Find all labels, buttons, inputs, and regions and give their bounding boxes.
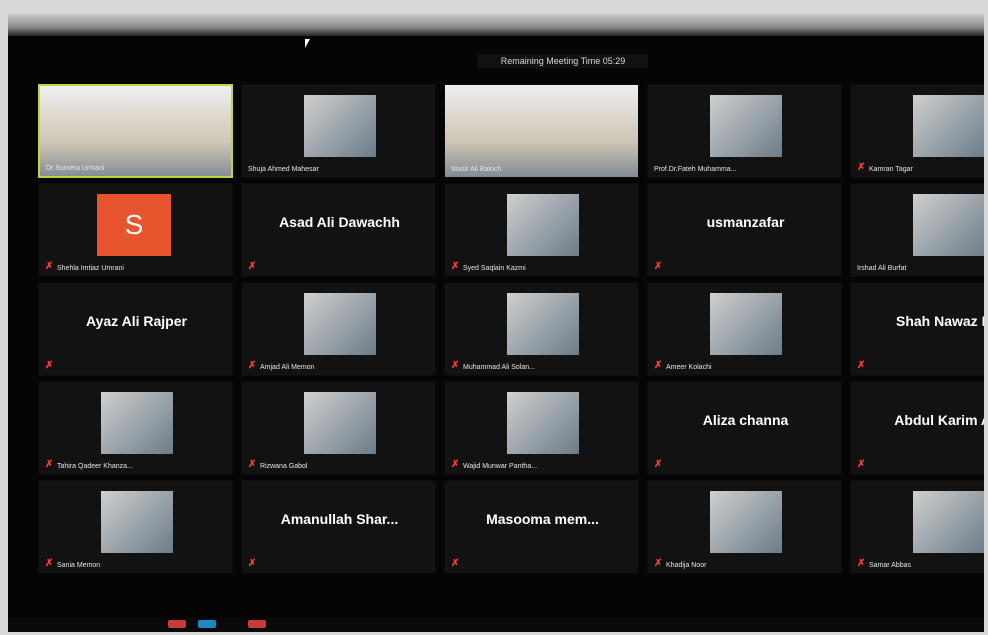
participant-tile[interactable]: ✗ Ameer Kolachi (647, 282, 842, 376)
participant-tile[interactable]: Aliza channa ✗ (647, 381, 842, 475)
participant-tile[interactable]: S ✗ Shehla Imtiaz Umrani (38, 183, 233, 277)
participant-name-label: Syed Saqlain Kazmi (463, 265, 526, 272)
taskbar-app-icon[interactable] (248, 620, 266, 628)
mic-muted-icon: ✗ (857, 162, 866, 173)
participant-tile[interactable]: ✗ Wajid Munwar Pantha... (444, 381, 639, 475)
participant-tile[interactable]: ✗ Rizwana Gabol (241, 381, 436, 475)
mic-muted-icon: ✗ (248, 360, 257, 371)
participant-name-label: Wajid Munwar Pantha... (463, 463, 538, 470)
participant-display-name: Amanullah Shar... (280, 511, 399, 527)
participant-name-label: Wazir Ali Baloch (451, 166, 502, 173)
participant-name-label: Amjad Ali Memon (260, 364, 315, 371)
participant-name-label: Tahira Qadeer Khanza... (57, 463, 133, 470)
participant-display-name: Ayaz Ali Rajper (86, 313, 187, 329)
mic-muted-icon: ✗ (451, 558, 460, 569)
taskbar (8, 618, 984, 632)
participant-tile[interactable]: Ayaz Ali Rajper ✗ (38, 282, 233, 376)
mic-muted-icon: ✗ (451, 360, 460, 371)
participant-name-label: Khadija Noor (666, 562, 707, 569)
participant-tile[interactable]: Prof.Dr.Fateh Muhamma... (647, 84, 842, 178)
participant-tile[interactable]: ✗ Amjad Ali Memon (241, 282, 436, 376)
mic-muted-icon: ✗ (45, 261, 54, 272)
participant-name-label: Irshad Ali Burfat (857, 265, 907, 272)
remaining-meeting-time: Remaining Meeting Time 05:29 (478, 54, 648, 68)
participant-display-name: Masooma mem... (486, 511, 599, 527)
mic-muted-icon: ✗ (857, 558, 866, 569)
participant-video (913, 491, 984, 553)
participant-tile[interactable]: Shah Nawaz Ma ✗ (850, 282, 984, 376)
participant-tile[interactable]: usmanzafar ✗ (647, 183, 842, 277)
participant-tile[interactable]: Amanullah Shar... ✗ (241, 480, 436, 574)
participant-video (445, 85, 638, 177)
participant-name-label: Sania Memon (57, 562, 101, 569)
mic-muted-icon: ✗ (857, 360, 866, 371)
participant-video (101, 392, 173, 454)
participant-tile[interactable]: ✗ Muhammad Ali Solan... (444, 282, 639, 376)
participant-tile[interactable]: ✗ Sania Memon (38, 480, 233, 574)
participant-tile[interactable]: ✗ Tahira Qadeer Khanza... (38, 381, 233, 475)
participant-tile[interactable]: Abdul Karim Al.. ✗ (850, 381, 984, 475)
participant-display-name: Abdul Karim Al.. (894, 412, 984, 428)
participant-video (913, 95, 984, 157)
participant-tile[interactable]: ✗ Khadija Noor (647, 480, 842, 574)
mic-muted-icon: ✗ (654, 459, 663, 470)
meeting-window: Remaining Meeting Time 05:29 Dr Sumera U… (8, 14, 984, 632)
participant-name-label: Prof.Dr.Fateh Muhamma... (654, 166, 737, 173)
participant-name-label: Dr Sumera Umrani (46, 165, 105, 172)
participant-display-name: Asad Ali Dawachh (279, 214, 400, 230)
participant-display-name: Aliza channa (702, 412, 789, 428)
participant-video (507, 293, 579, 355)
mic-muted-icon: ✗ (45, 558, 54, 569)
participant-tile[interactable]: ✗ Kamran Tagar (850, 84, 984, 178)
mic-muted-icon: ✗ (857, 459, 866, 470)
participant-avatar: S (97, 194, 171, 256)
screen-glare (8, 14, 984, 36)
mic-muted-icon: ✗ (45, 459, 54, 470)
taskbar-app-icon[interactable] (168, 620, 186, 628)
mic-muted-icon: ✗ (248, 261, 257, 272)
participant-name-label: Kamran Tagar (869, 166, 913, 173)
mic-muted-icon: ✗ (654, 261, 663, 272)
participant-video (710, 491, 782, 553)
participant-name-label: Samar Abbas (869, 562, 912, 569)
taskbar-app-icon[interactable] (198, 620, 216, 628)
participant-name-label: Shehla Imtiaz Umrani (57, 265, 124, 272)
participant-video (710, 95, 782, 157)
participant-tile[interactable]: Dr Sumera Umrani (38, 84, 233, 178)
participant-tile[interactable]: Wazir Ali Baloch (444, 84, 639, 178)
participant-display-name: Shah Nawaz Ma (895, 313, 984, 329)
participant-gallery: Dr Sumera Umrani Shuja Ahmed Mahesar Wazir… (38, 84, 984, 594)
participant-name-label: Ameer Kolachi (666, 364, 712, 371)
participant-tile[interactable]: Irshad Ali Burfat (850, 183, 984, 277)
mic-muted-icon: ✗ (45, 360, 54, 371)
mic-muted-icon: ✗ (248, 459, 257, 470)
participant-name-label: Muhammad Ali Solan... (463, 364, 535, 371)
participant-video (507, 392, 579, 454)
participant-tile[interactable]: ✗ Samar Abbas (850, 480, 984, 574)
participant-tile[interactable]: Asad Ali Dawachh ✗ (241, 183, 436, 277)
participant-tile[interactable]: ✗ Syed Saqlain Kazmi (444, 183, 639, 277)
mic-muted-icon: ✗ (654, 360, 663, 371)
participant-video (304, 95, 376, 157)
mic-muted-icon: ✗ (451, 459, 460, 470)
participant-name-label: Rizwana Gabol (260, 463, 308, 470)
participant-video (304, 293, 376, 355)
mic-muted-icon: ✗ (248, 558, 257, 569)
mic-muted-icon: ✗ (654, 558, 663, 569)
participant-name-label: Shuja Ahmed Mahesar (248, 166, 319, 173)
participant-video (710, 293, 782, 355)
participant-video (507, 194, 579, 256)
participant-tile[interactable]: Masooma mem... ✗ (444, 480, 639, 574)
participant-video (101, 491, 173, 553)
mouse-cursor-icon (305, 39, 310, 48)
participant-display-name: usmanzafar (706, 214, 785, 230)
participant-video (304, 392, 376, 454)
participant-tile[interactable]: Shuja Ahmed Mahesar (241, 84, 436, 178)
participant-video (913, 194, 984, 256)
mic-muted-icon: ✗ (451, 261, 460, 272)
